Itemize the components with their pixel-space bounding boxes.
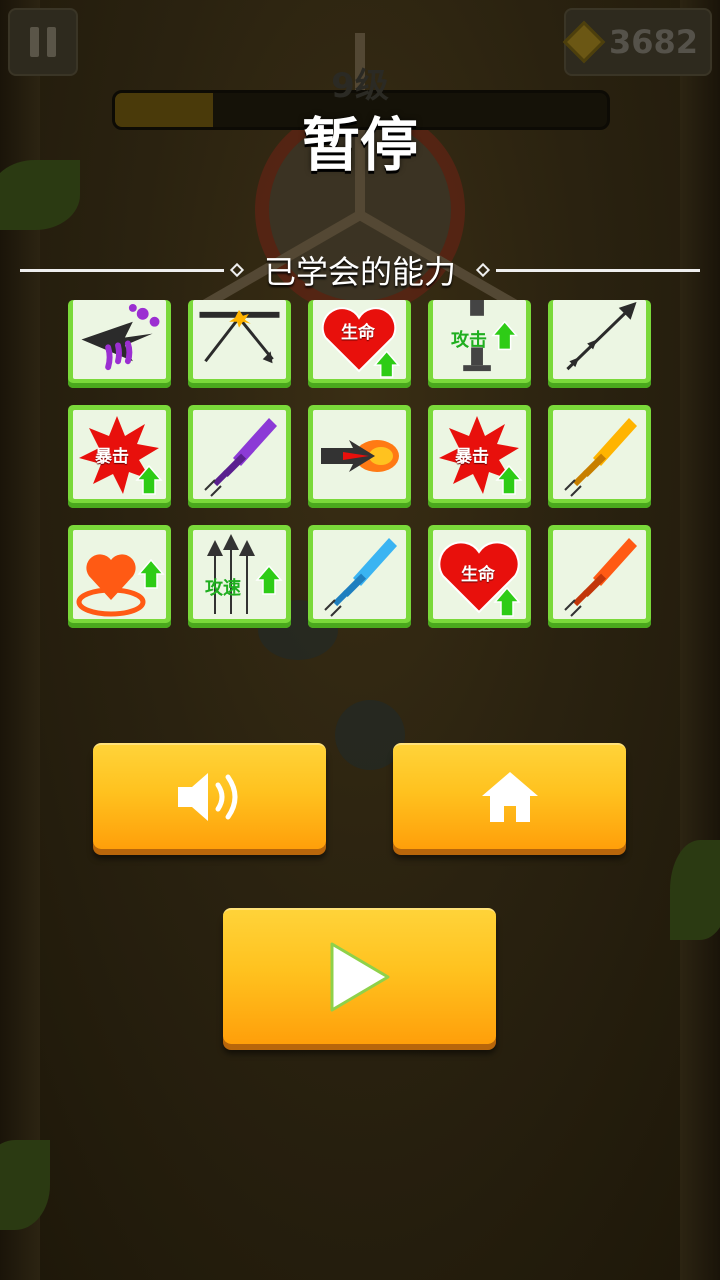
home-button[interactable] [393, 743, 626, 849]
ability-tile-heal-circle[interactable] [68, 525, 171, 628]
purple-sword-icon [204, 418, 277, 497]
resume-play-button[interactable] [223, 908, 496, 1044]
section-title: 已学会的能力 [264, 253, 457, 291]
learned-abilities-header: 已学会的能力 [20, 248, 701, 292]
diamond-ornament-icon [475, 262, 491, 278]
ability-tile-fire-arrow[interactable] [308, 405, 411, 508]
ability-tile-crit-up[interactable]: 暴击 [428, 405, 531, 508]
ability-grid: 生命 攻击 暴击 暴击 攻速 生命 [68, 300, 651, 628]
ability-tile-purple-sword[interactable] [188, 405, 291, 508]
ability-label: 生命 [341, 323, 375, 343]
diagonal-arrow-icon [566, 301, 637, 371]
ability-tile-attack-up[interactable]: 攻击 [428, 300, 531, 388]
play-icon [330, 942, 389, 1012]
leaf-decoration [0, 1140, 50, 1230]
ability-tile-diagonal-arrow[interactable] [548, 300, 651, 388]
ability-tile-poison-arrow[interactable] [68, 300, 171, 388]
heal-circle-icon [76, 554, 165, 617]
diamond-ornament-icon [229, 262, 245, 278]
ability-tile-health-up[interactable]: 生命 [308, 300, 411, 388]
ability-label: 暴击 [455, 447, 489, 467]
ability-tile-orange-sword[interactable] [548, 525, 651, 628]
ability-label: 生命 [461, 565, 495, 585]
pause-icon [30, 27, 39, 57]
home-icon [481, 772, 538, 822]
poison-arrow-icon [81, 303, 160, 371]
ability-tile-blue-sword[interactable] [308, 525, 411, 628]
fire-arrow-icon [321, 440, 399, 472]
ability-label: 攻击 [451, 330, 487, 351]
gem-count: 3682 [608, 23, 698, 61]
ability-tile-health-up[interactable]: 生命 [428, 525, 531, 628]
leaf-decoration [670, 840, 720, 940]
ability-label: 攻速 [205, 578, 241, 599]
gem-icon [562, 20, 606, 64]
right-wall [680, 0, 720, 1280]
ability-label: 暴击 [95, 447, 129, 467]
yellow-sword-icon [564, 418, 637, 497]
ricochet-arrow-icon [199, 309, 280, 364]
pause-title: 暂停 [301, 111, 418, 179]
blue-sword-icon [324, 538, 397, 617]
orange-sword-icon [564, 538, 637, 617]
ability-tile-ricochet-arrow[interactable] [188, 300, 291, 388]
game-scene-background [0, 0, 720, 1280]
ability-tile-crit-up[interactable]: 暴击 [68, 405, 171, 508]
ability-tile-attack-speed-up[interactable]: 攻速 [188, 525, 291, 628]
ability-tile-yellow-sword[interactable] [548, 405, 651, 508]
sound-toggle-button[interactable] [93, 743, 326, 849]
speaker-icon [177, 773, 237, 821]
